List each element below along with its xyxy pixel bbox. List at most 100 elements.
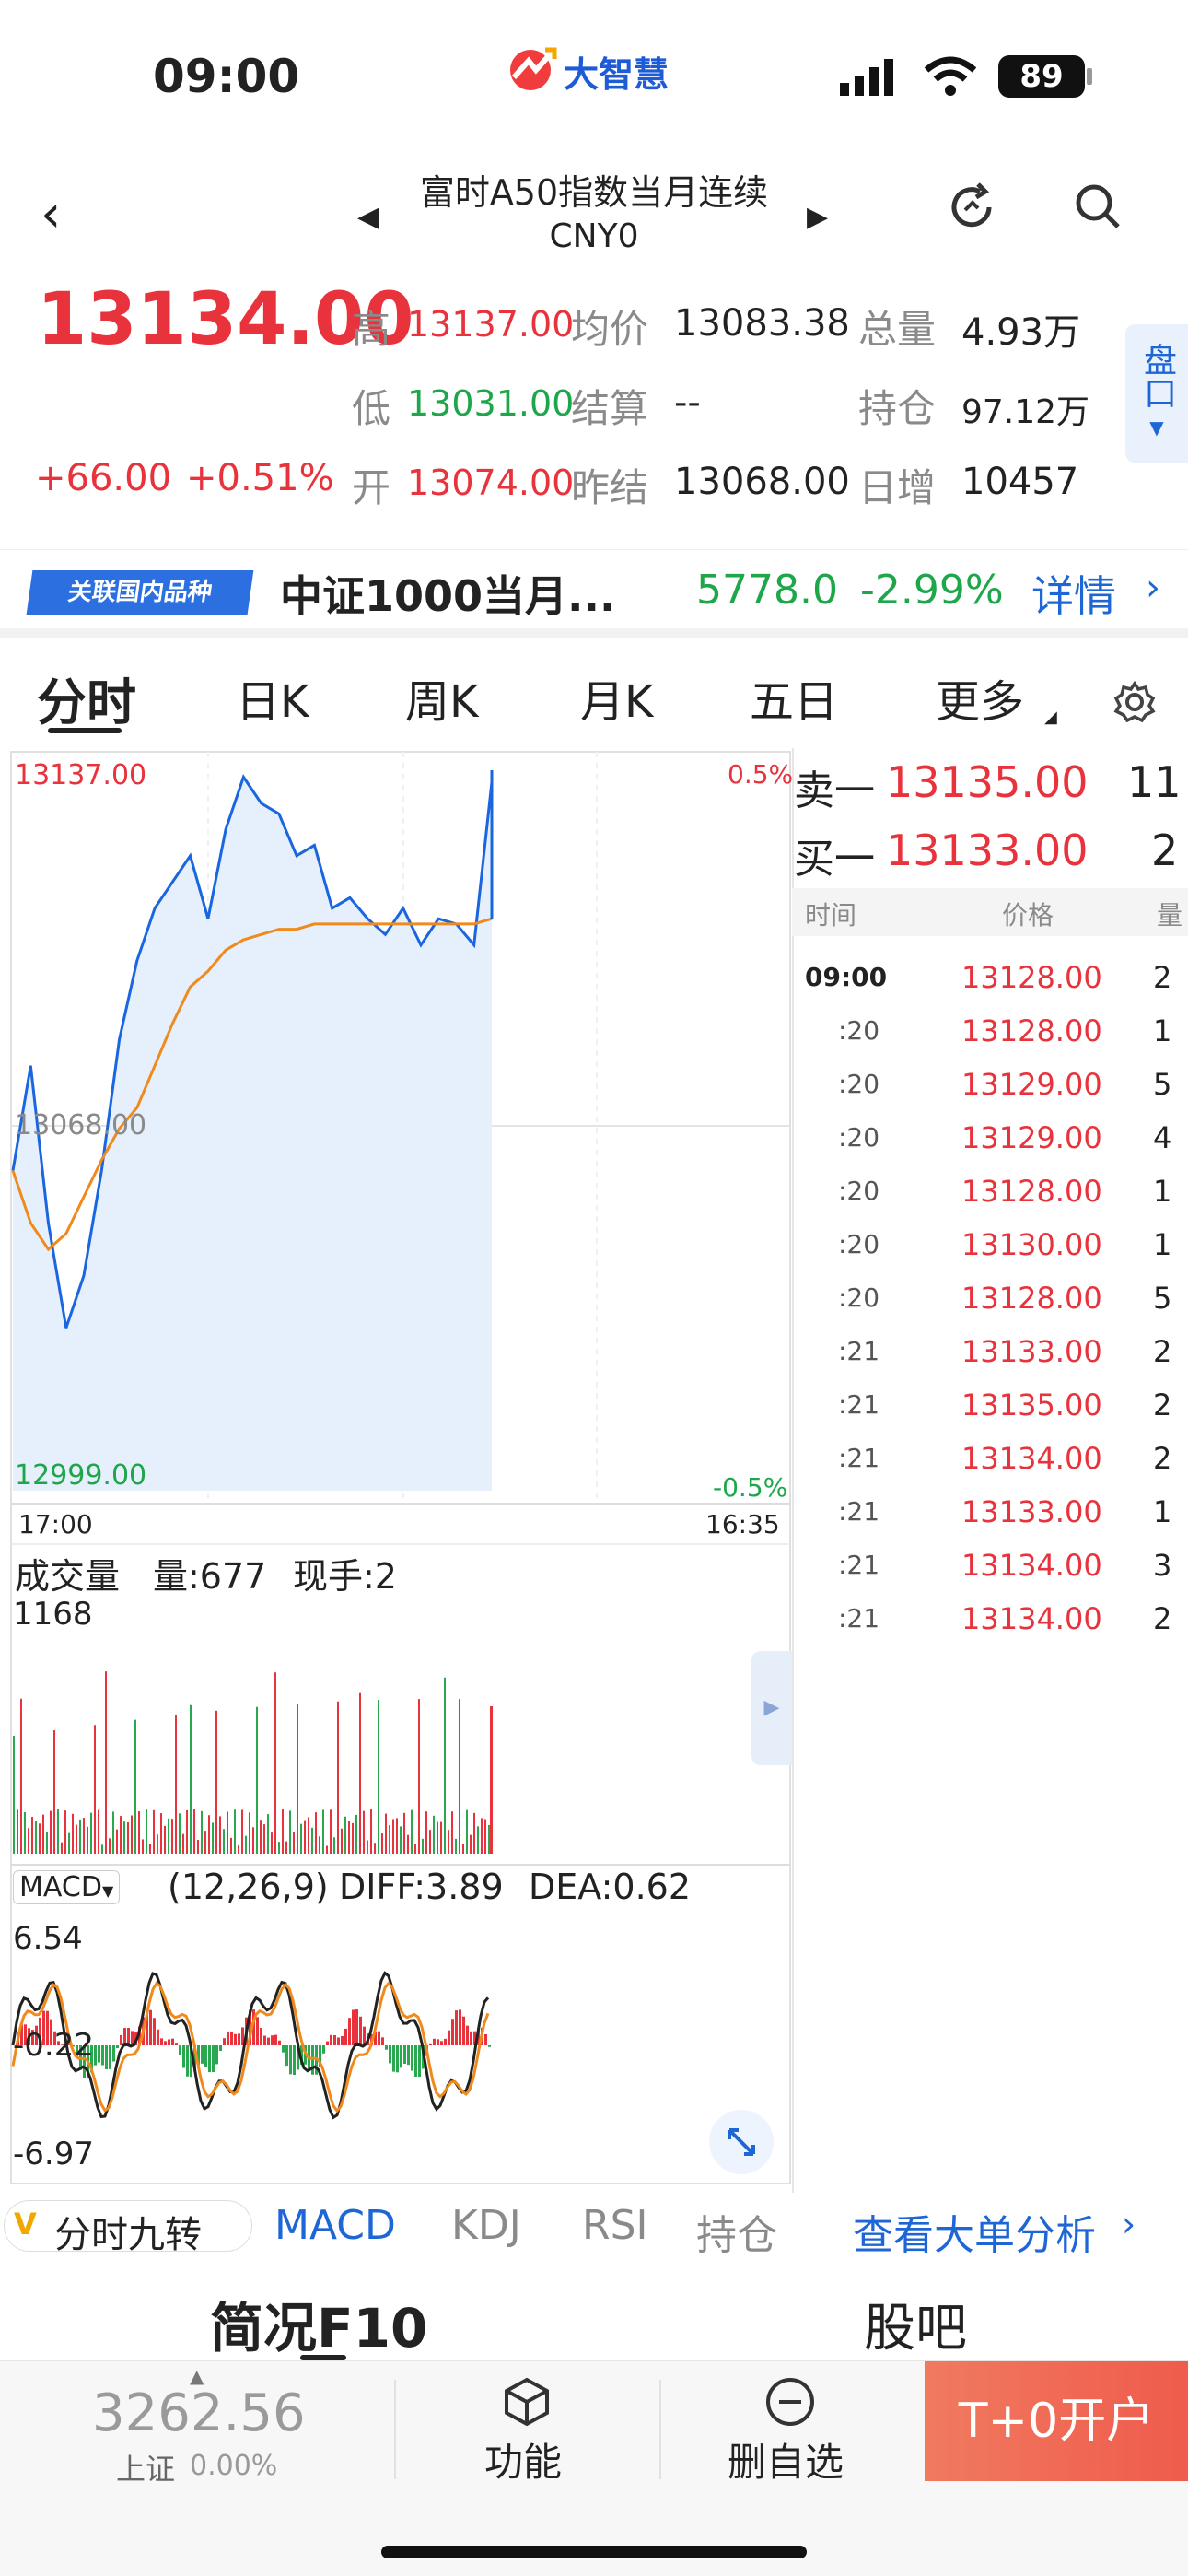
indicator-tabs: V 分时九转 MACD KDJ RSI 持仓 查看大单分析 › [0, 2193, 1188, 2266]
tab-monthly-k[interactable]: 月K [580, 665, 653, 730]
tick-time: :20 [838, 1176, 880, 1206]
tick-row: :20 13130.00 1 [792, 1224, 1188, 1277]
nine-turn-button[interactable]: V 分时九转 [4, 2200, 252, 2256]
volume-bar [20, 1698, 22, 1854]
macd-bar [98, 2045, 100, 2063]
tab-open-interest[interactable]: 持仓 [696, 2202, 777, 2261]
volume-bar [333, 1837, 335, 1854]
tab-daily-k[interactable]: 日K [236, 665, 309, 730]
macd-bar [330, 2034, 332, 2045]
volume-bar [90, 1812, 92, 1854]
volume-bar [94, 1725, 96, 1854]
volume-bar [42, 1814, 44, 1854]
next-arrow-icon[interactable]: ▶ [807, 201, 828, 233]
orderbook-toggle-button[interactable]: 盘口 ▼ [1125, 324, 1188, 463]
period-tabs: 分时 日K 周K 月K 五日 更多 ◢ [0, 645, 1188, 746]
related-detail-link[interactable]: 详情 [1031, 563, 1116, 624]
cube-icon [501, 2376, 553, 2431]
tick-qty: 2 [1153, 1441, 1172, 1476]
macd-bar [227, 2031, 229, 2045]
prev-arrow-icon[interactable]: ◀ [357, 201, 379, 233]
volume-bar [179, 1813, 181, 1854]
index-value[interactable]: 3262.56 [92, 2383, 306, 2443]
volume-bar [308, 1817, 309, 1854]
tab-intraday[interactable]: 分时 [37, 662, 136, 734]
volume-bar [459, 1699, 460, 1854]
refresh-icon[interactable] [945, 181, 998, 238]
macd-bar [116, 2045, 119, 2049]
macd-bar [381, 2037, 384, 2045]
tab-kdj[interactable]: KDJ [451, 2202, 521, 2249]
tick-qty: 3 [1153, 1548, 1172, 1583]
macd-bar [263, 2035, 266, 2045]
tab-five-day[interactable]: 五日 [750, 665, 838, 730]
volume-bar [28, 1828, 29, 1854]
sell1-label: 卖一 [794, 767, 875, 814]
function-button[interactable]: 功能 [484, 2431, 562, 2488]
bottom-price-label: 12999.00 [15, 1459, 147, 1492]
tab-weekly-k[interactable]: 周K [405, 665, 478, 730]
search-icon[interactable] [1072, 181, 1124, 236]
macd-bar [440, 2041, 443, 2045]
tick-time: :21 [838, 1389, 880, 1420]
nav-bar: ‹ ◀ 富时A50指数当月连续 CNY0 ▶ [0, 147, 1188, 286]
big-order-link[interactable]: 查看大单分析 [853, 2202, 1096, 2261]
macd-bar [186, 2045, 189, 2077]
volume-bar [374, 1843, 376, 1854]
volume-bar [186, 1809, 188, 1854]
tick-qty: 5 [1153, 1281, 1172, 1316]
tab-macd[interactable]: MACD [274, 2202, 396, 2249]
tick-price: 13128.00 [961, 1013, 1102, 1048]
page-title: 富时A50指数当月连续 [419, 172, 769, 213]
tick-row: :21 13133.00 1 [792, 1491, 1188, 1544]
macd-bar [437, 2039, 439, 2045]
avg-value: 13083.38 [674, 302, 850, 345]
volume-bar [245, 1835, 247, 1854]
tick-qty: 2 [1153, 1388, 1172, 1423]
macd-bar [201, 2045, 204, 2064]
tab-f10[interactable]: 简况F10 [210, 2285, 427, 2362]
tick-row: :21 13134.00 2 [792, 1598, 1188, 1651]
price-change-pct: +0.51% [186, 457, 334, 499]
volume-bar [274, 1672, 276, 1854]
low-label: 低 [352, 386, 391, 431]
volume-bar [407, 1834, 409, 1854]
home-indicator [381, 2546, 807, 2558]
expand-panel-handle[interactable]: ▶ [751, 1651, 792, 1765]
macd-bar [293, 2045, 296, 2075]
tab-rsi[interactable]: RSI [582, 2202, 647, 2249]
volume-bar [411, 1809, 413, 1854]
macd-bar [271, 2035, 274, 2045]
macd-bar [470, 2031, 472, 2045]
fullscreen-icon[interactable] [709, 2110, 774, 2174]
volume-bar [50, 1810, 52, 1854]
volume-bar [76, 1824, 77, 1854]
macd-bar [359, 2016, 362, 2045]
volume-bar [414, 1844, 416, 1854]
tick-price: 13134.00 [961, 1441, 1102, 1476]
volume-bar [385, 1813, 387, 1854]
open-account-button[interactable]: T+0开户 [925, 2361, 1188, 2481]
volume-bar [271, 1832, 273, 1854]
macd-bar [112, 2045, 115, 2062]
v-icon: V [14, 2207, 37, 2242]
volume-bar [204, 1831, 206, 1854]
macd-bar [157, 2029, 159, 2045]
volume-bar [142, 1839, 144, 1854]
macd-bar [322, 2045, 325, 2054]
macd-selector[interactable]: MACD▼ [13, 1870, 121, 1904]
open-value: 13074.00 [407, 463, 575, 503]
macd-bar [105, 2045, 108, 2070]
macd-bar [164, 2041, 167, 2045]
related-product-bar[interactable]: 关联国内品种 中证1000当月... 5778.0 -2.99% 详情 › [0, 549, 1188, 638]
back-icon[interactable]: ‹ [41, 184, 61, 244]
chart-area[interactable]: 13137.00 0.5% 13068.00 12999.00 -0.5% 17… [0, 748, 793, 2193]
remove-watchlist-button[interactable]: 删自选 [728, 2431, 844, 2488]
gear-icon[interactable] [1112, 680, 1157, 728]
volume-bar [367, 1840, 368, 1854]
tab-stock-forum[interactable]: 股吧 [864, 2287, 967, 2361]
tab-more[interactable]: 更多 [936, 665, 1024, 730]
volume-bar [484, 1819, 486, 1854]
macd-bar [131, 2031, 134, 2045]
volume-bar [68, 1832, 70, 1854]
